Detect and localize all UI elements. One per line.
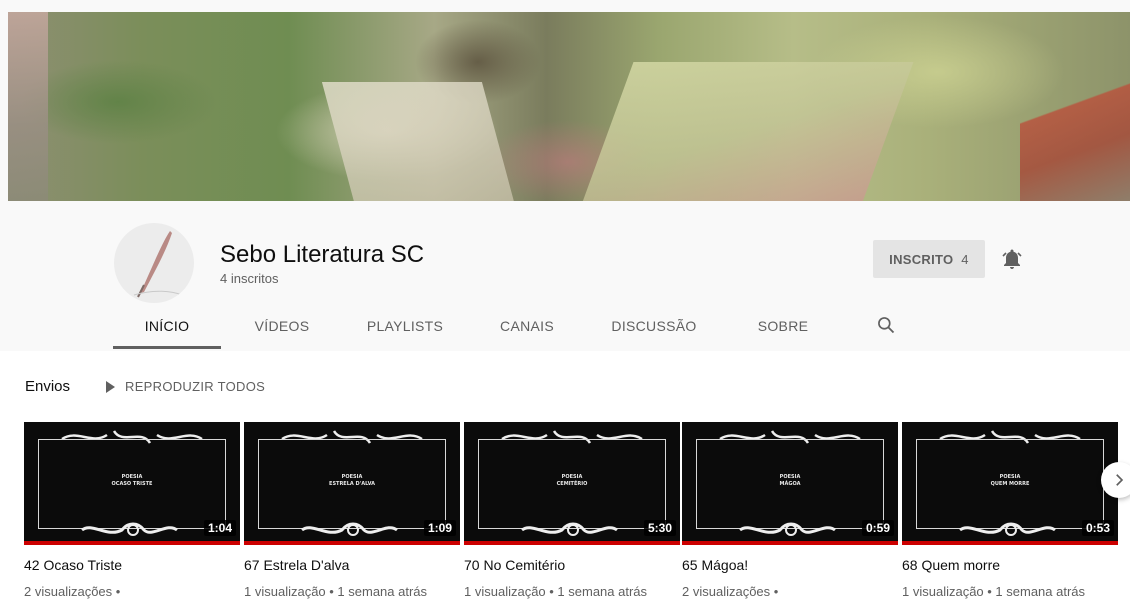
watch-progress-bar — [682, 541, 898, 545]
video-meta: 2 visualizações • — [24, 584, 121, 599]
quill-icon — [133, 231, 183, 298]
tab-sobre[interactable]: SOBRE — [740, 311, 826, 351]
thumb-line2: OCASO TRISTE — [111, 481, 153, 487]
channel-tabs: INÍCIO VÍDEOS PLAYLISTS CANAIS DISCUSSÃO… — [0, 311, 1130, 351]
thumb-line1: POESIA — [341, 474, 363, 480]
bell-icon[interactable] — [1000, 247, 1024, 271]
video-meta: 1 visualização • 1 semana atrás — [244, 584, 428, 599]
channel-banner — [8, 12, 1130, 201]
video-duration: 1:09 — [423, 520, 456, 536]
ornament-icon — [739, 522, 836, 536]
section-title[interactable]: Envios — [25, 378, 70, 395]
video-title[interactable]: 67 Estrela D'alva — [244, 557, 349, 573]
tab-videos[interactable]: VÍDEOS — [238, 311, 326, 351]
video-thumbnail[interactable]: POESIA MÁGOA 0:59 — [682, 422, 898, 545]
tab-canais[interactable]: CANAIS — [482, 311, 572, 351]
thumb-line1: POESIA — [779, 474, 801, 480]
ornament-icon — [81, 522, 178, 536]
search-icon[interactable] — [876, 315, 896, 335]
video-duration: 0:53 — [1081, 520, 1114, 536]
ornament-icon — [959, 522, 1056, 536]
video-meta: 1 visualização • 1 semana atrás — [902, 584, 1086, 599]
video-title[interactable]: 70 No Cemitério — [464, 557, 565, 573]
ornament-icon — [521, 522, 618, 536]
uploads-section: Envios REPRODUZIR TODOS POESIA OCASO TRIS… — [0, 351, 1130, 599]
video-thumbnail[interactable]: POESIA CEMITÉRIO 5:30 — [464, 422, 680, 545]
video-thumbnail[interactable]: POESIA OCASO TRISTE 1:04 — [24, 422, 240, 545]
watch-progress-bar — [24, 541, 240, 545]
tab-playlists[interactable]: PLAYLISTS — [350, 311, 460, 351]
thumb-line2: QUEM MORRE — [990, 481, 1030, 487]
play-all-button[interactable]: REPRODUZIR TODOS — [106, 379, 265, 394]
subscribe-count: 4 — [961, 251, 969, 267]
channel-header: Sebo Literatura SC 4 inscritos INSCRITO … — [0, 201, 1130, 351]
video-meta: 1 visualização • 1 semana atrás — [464, 584, 648, 599]
subscriber-count: 4 inscritos — [220, 271, 279, 286]
video-duration: 0:59 — [861, 520, 894, 536]
next-button[interactable] — [1101, 462, 1130, 498]
tab-inicio[interactable]: INÍCIO — [113, 311, 221, 351]
thumb-line2: ESTRELA D'ALVA — [329, 481, 375, 487]
video-duration: 1:04 — [203, 520, 236, 536]
thumb-line2: MÁGOA — [779, 481, 801, 487]
video-duration: 5:30 — [643, 520, 676, 536]
channel-avatar[interactable] — [114, 223, 194, 303]
thumb-line1: POESIA — [121, 474, 143, 480]
channel-name: Sebo Literatura SC — [220, 241, 425, 268]
watch-progress-bar — [464, 541, 680, 545]
video-title[interactable]: 42 Ocaso Triste — [24, 557, 122, 573]
subscribe-label: INSCRITO — [889, 251, 954, 267]
thumb-line2: CEMITÉRIO — [556, 481, 588, 487]
chevron-right-icon — [1116, 474, 1124, 486]
video-meta: 2 visualizações • — [682, 584, 779, 599]
play-icon — [106, 380, 115, 393]
video-title[interactable]: 65 Mágoa! — [682, 557, 748, 573]
subscribe-button[interactable]: INSCRITO 4 — [873, 240, 985, 278]
thumb-line1: POESIA — [999, 474, 1021, 480]
thumb-line1: POESIA — [561, 474, 583, 480]
watch-progress-bar — [902, 541, 1118, 545]
video-thumbnail[interactable]: POESIA QUEM MORRE 0:53 — [902, 422, 1118, 545]
play-all-label: REPRODUZIR TODOS — [125, 379, 266, 394]
tab-discussao[interactable]: DISCUSSÃO — [596, 311, 712, 351]
video-title[interactable]: 68 Quem morre — [902, 557, 1000, 573]
ornament-icon — [301, 522, 398, 536]
video-thumbnail[interactable]: POESIA ESTRELA D'ALVA 1:09 — [244, 422, 460, 545]
watch-progress-bar — [244, 541, 460, 545]
